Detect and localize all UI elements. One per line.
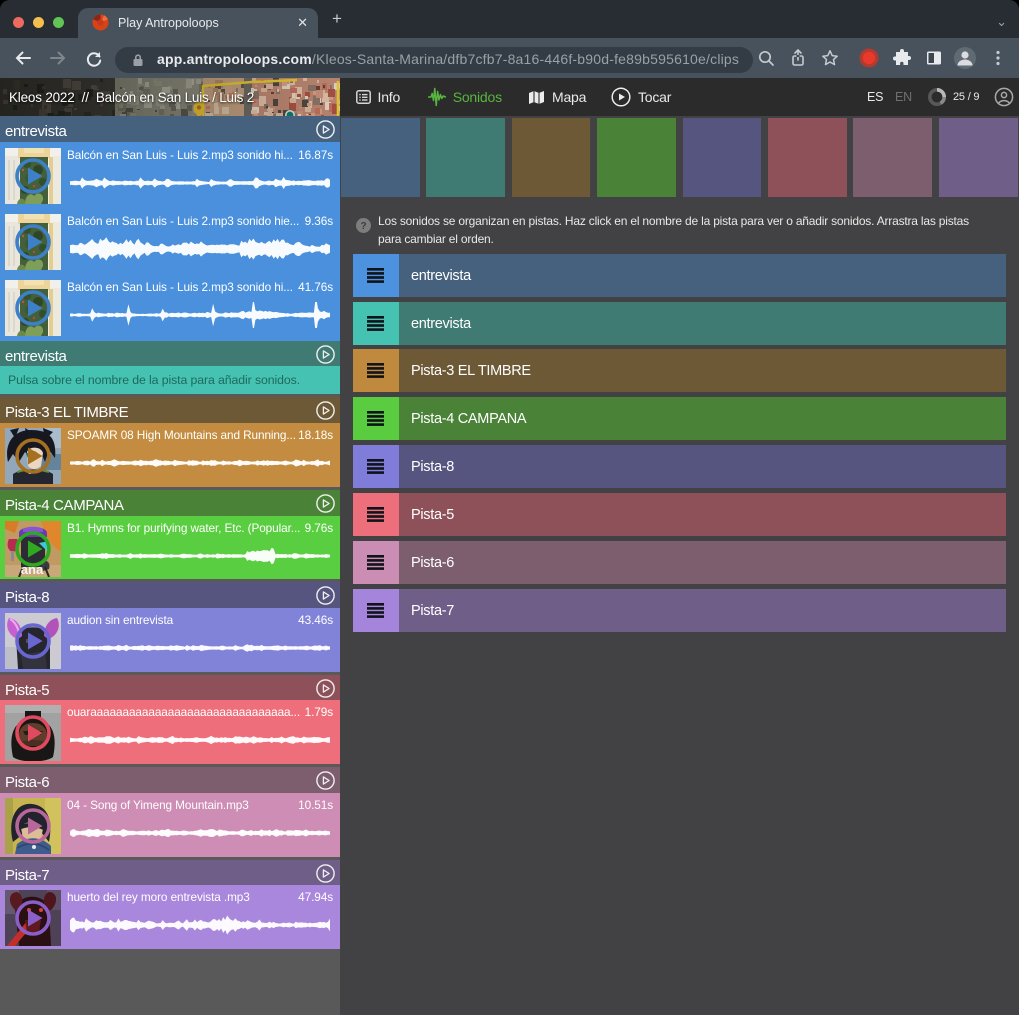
svg-text:?: ? — [360, 221, 366, 232]
